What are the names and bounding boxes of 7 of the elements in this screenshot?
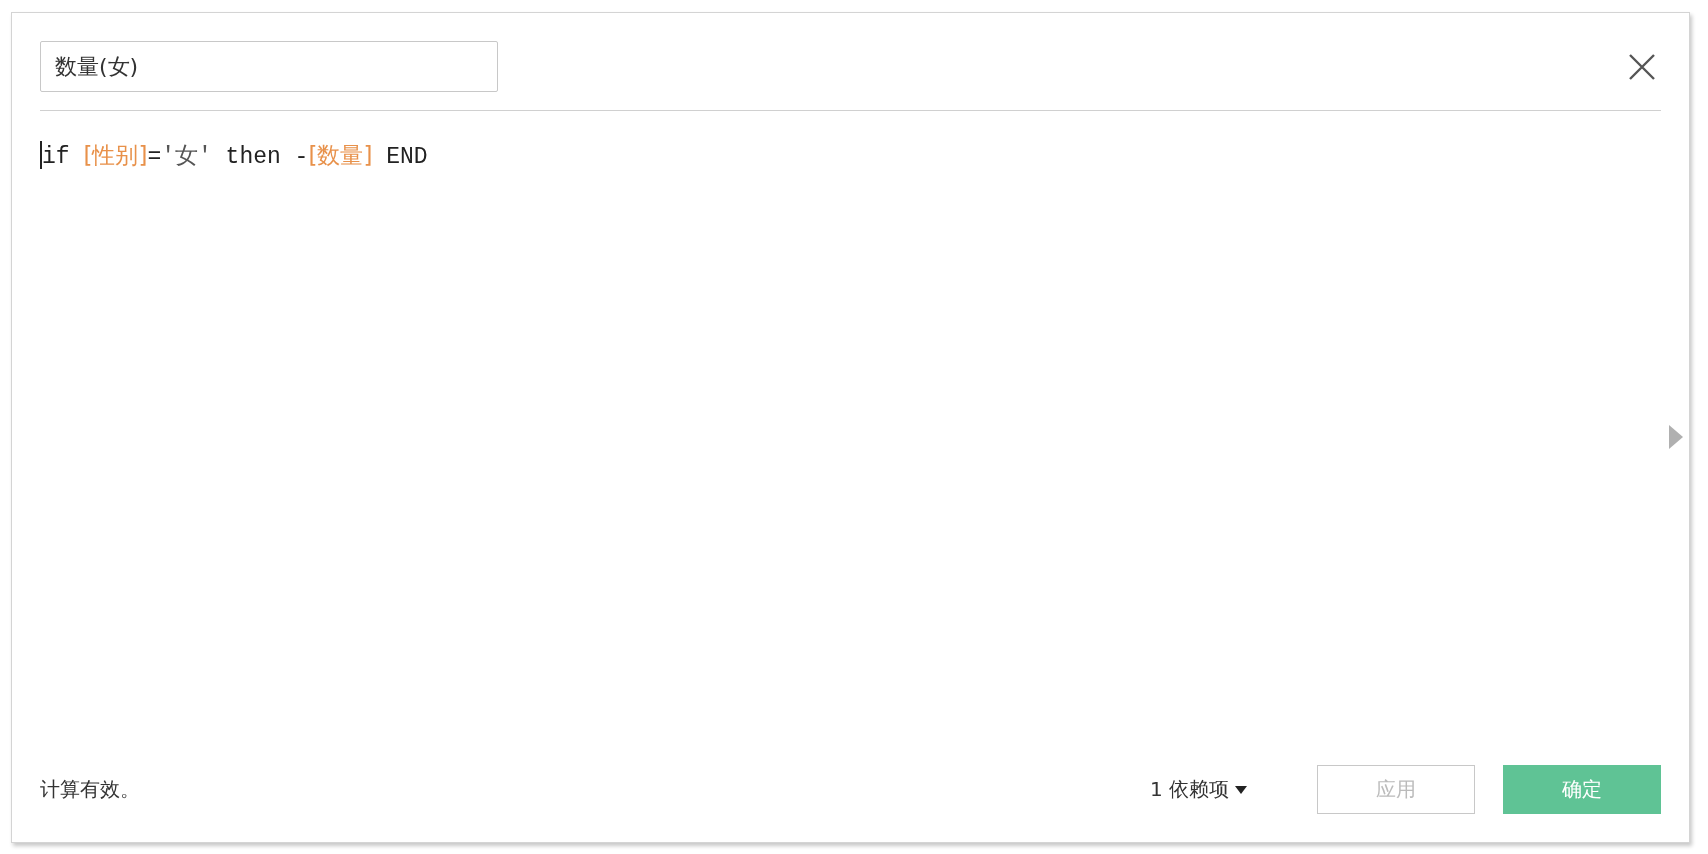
close-icon[interactable]: [1627, 51, 1657, 82]
dependencies-dropdown[interactable]: 1 依赖项: [1149, 776, 1247, 803]
status-text: 计算有效。: [40, 776, 141, 803]
name-field[interactable]: 数量(女): [40, 41, 498, 92]
formula-text[interactable]: if [性别]='女' then -[数量] END: [42, 139, 428, 173]
text-cursor: [40, 141, 42, 169]
caret-icon: [1235, 785, 1247, 794]
